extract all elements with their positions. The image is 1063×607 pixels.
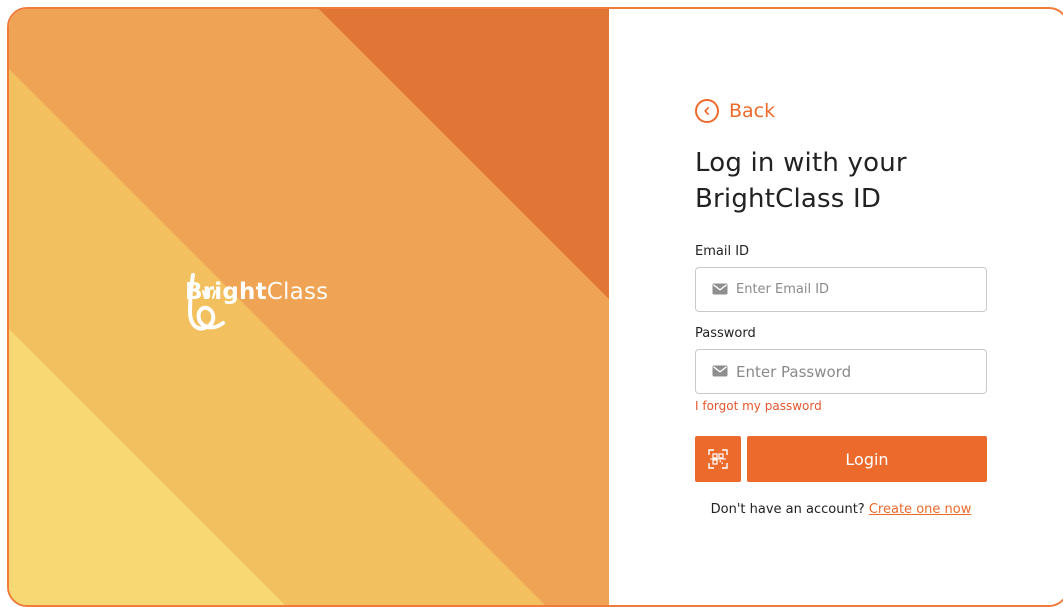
page-title-line1: Log in with your — [695, 148, 907, 178]
brightclass-logo-icon — [188, 273, 225, 331]
email-field[interactable] — [736, 282, 966, 297]
qr-scan-icon — [708, 449, 728, 469]
forgot-password-link[interactable]: I forgot my password — [695, 399, 835, 413]
brand: BrightClass — [185, 271, 329, 331]
password-field-wrapper — [695, 349, 987, 394]
page-title: Log in with your BrightClass ID — [695, 145, 987, 217]
back-label: Back — [729, 100, 776, 122]
signup-prompt: Don't have an account? Create one now — [695, 502, 987, 517]
login-actions: Login — [695, 436, 987, 482]
envelope-icon — [712, 280, 728, 299]
envelope-icon — [712, 362, 728, 381]
login-button[interactable]: Login — [747, 436, 987, 482]
create-account-link[interactable]: Create one now — [869, 502, 971, 517]
password-label: Password — [695, 326, 756, 341]
chevron-left-circle-icon — [695, 99, 719, 123]
hero-stripes — [9, 9, 609, 605]
email-label: Email ID — [695, 244, 750, 259]
email-field-wrapper — [695, 267, 987, 312]
brand-name-light: Class — [266, 279, 329, 305]
password-field[interactable] — [736, 362, 966, 381]
qr-login-button[interactable] — [695, 436, 741, 482]
back-button[interactable]: Back — [695, 99, 795, 123]
app-window: BrightClass Back Log in with your Bright… — [7, 7, 1063, 607]
login-panel: Back Log in with your BrightClass ID Ema… — [695, 99, 987, 517]
hero-banner: BrightClass — [9, 9, 609, 605]
signup-prompt-text: Don't have an account? — [710, 502, 865, 517]
page-title-line2: BrightClass ID — [695, 184, 882, 214]
